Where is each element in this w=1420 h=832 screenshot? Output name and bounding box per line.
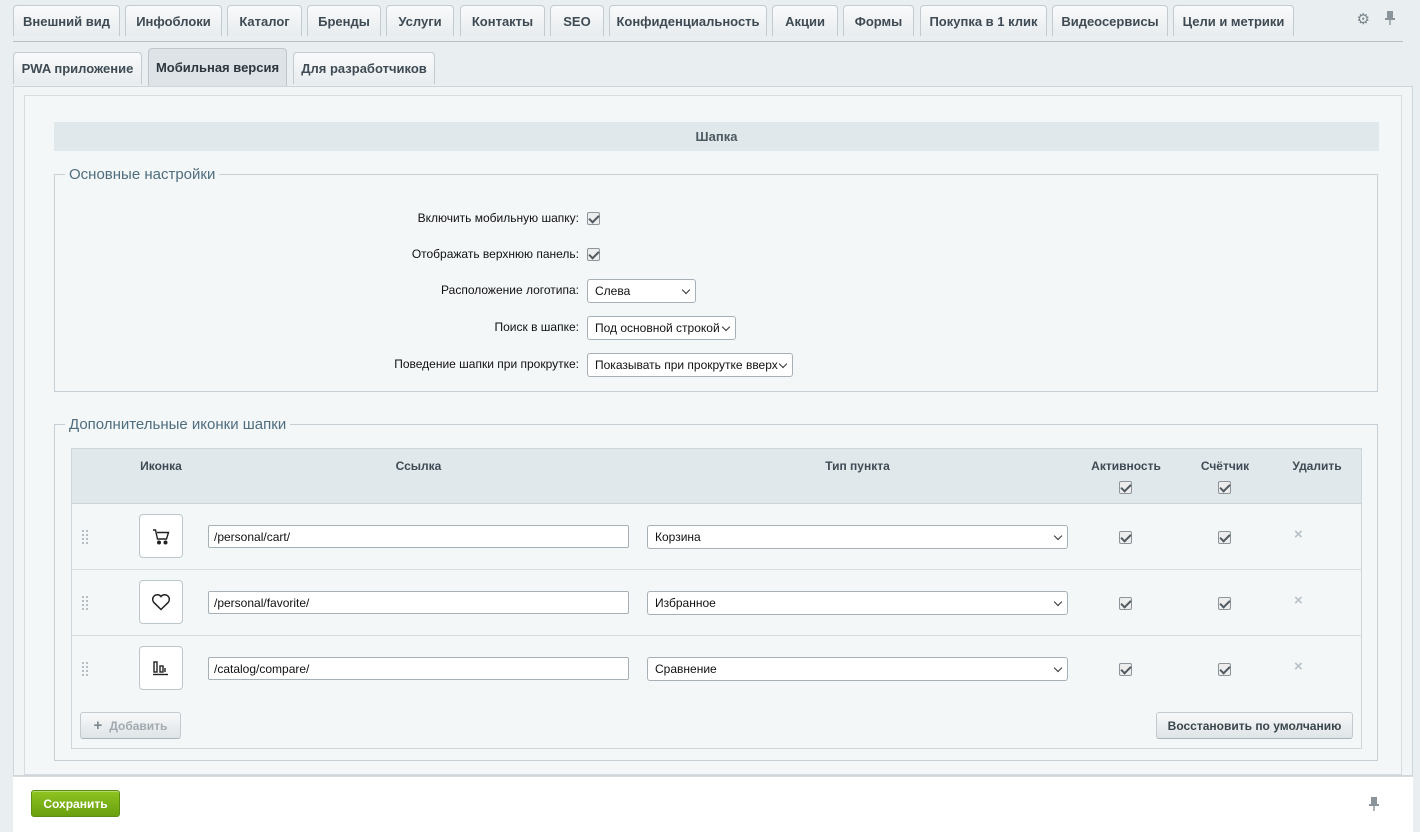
show-top-panel-row: Отображать верхнюю панель: xyxy=(55,243,1379,265)
save-button[interactable]: Сохранить xyxy=(31,790,120,817)
item-type-select[interactable]: Сравнение xyxy=(647,657,1068,681)
tab-mobile-version[interactable]: Мобильная версия xyxy=(148,48,287,86)
tab-video-services[interactable]: Видеосервисы xyxy=(1052,5,1168,36)
tab-brands[interactable]: Бренды xyxy=(307,5,381,36)
item-type-select[interactable]: Корзина xyxy=(647,525,1068,549)
scroll-behavior-value: Показывать при прокрутке вверх xyxy=(595,358,778,372)
icon-picker-button[interactable] xyxy=(139,514,183,558)
link-input[interactable] xyxy=(208,591,629,614)
extra-icons-table: Иконка Ссылка Тип пункта Активность Счёт… xyxy=(71,448,1362,749)
add-row-label: Добавить xyxy=(109,718,168,733)
active-checkbox[interactable] xyxy=(1119,531,1132,544)
icon-picker-button[interactable] xyxy=(139,646,183,690)
search-label: Поиск в шапке: xyxy=(494,320,580,334)
show-top-panel-checkbox[interactable] xyxy=(587,247,600,261)
item-type-value: Избранное xyxy=(655,596,716,610)
scroll-behavior-select[interactable]: Показывать при прокрутке вверх xyxy=(587,353,793,377)
drag-handle-icon[interactable] xyxy=(81,595,89,610)
show-top-panel-label: Отображать верхнюю панель: xyxy=(411,247,579,261)
item-type-value: Сравнение xyxy=(655,662,717,676)
delete-icon[interactable]: × xyxy=(1294,592,1303,609)
active-checkbox[interactable] xyxy=(1119,663,1132,676)
extra-icons-legend: Дополнительные иконки шапки xyxy=(69,416,287,433)
tab-services[interactable]: Услуги xyxy=(386,5,454,36)
tab-forms[interactable]: Формы xyxy=(843,5,914,36)
settings-panel: Шапка Основные настройки Включить мобиль… xyxy=(13,86,1413,776)
tab-one-click-buy[interactable]: Покупка в 1 клик xyxy=(920,5,1047,36)
plus-icon: + xyxy=(93,717,103,734)
table-header: Иконка Ссылка Тип пункта Активность Счёт… xyxy=(72,449,1361,504)
active-all-checkbox[interactable] xyxy=(1119,481,1132,494)
basic-settings-group: Основные настройки Включить мобильную ша… xyxy=(54,166,1378,392)
chevron-down-icon xyxy=(721,322,731,332)
column-header-icon: Иконка xyxy=(140,459,182,473)
column-header-link: Ссылка xyxy=(395,459,442,473)
chevron-down-icon xyxy=(1053,597,1063,607)
chevron-down-icon xyxy=(778,359,788,369)
pin-icon[interactable] xyxy=(1384,10,1396,30)
tab-promotions[interactable]: Акции xyxy=(772,5,838,36)
sub-tab-bar: PWA приложение Мобильная версия Для разр… xyxy=(0,42,1420,86)
column-header-active: Активность xyxy=(1091,459,1161,473)
heart-icon xyxy=(151,594,171,611)
search-select[interactable]: Под основной строкой xyxy=(587,316,736,340)
pin-icon[interactable] xyxy=(1368,796,1380,817)
drag-handle-icon[interactable] xyxy=(81,529,89,544)
tab-catalog[interactable]: Каталог xyxy=(227,5,302,36)
tab-contacts[interactable]: Контакты xyxy=(460,5,545,36)
tab-privacy[interactable]: Конфиденциальность xyxy=(609,5,767,36)
basic-settings-legend: Основные настройки xyxy=(69,166,216,183)
counter-checkbox[interactable] xyxy=(1218,597,1231,610)
chevron-down-icon xyxy=(1053,531,1063,541)
table-row: Корзина × xyxy=(72,504,1361,570)
add-row-button[interactable]: + Добавить xyxy=(80,712,181,739)
restore-defaults-button[interactable]: Восстановить по умолчанию xyxy=(1156,712,1353,739)
chevron-down-icon xyxy=(681,285,691,295)
logo-position-value: Слева xyxy=(595,284,631,298)
search-value: Под основной строкой xyxy=(595,321,720,335)
top-tab-bar: Внешний вид Инфоблоки Каталог Бренды Усл… xyxy=(0,0,1420,42)
column-header-type: Тип пункта xyxy=(825,459,890,473)
table-row: Избранное × xyxy=(72,570,1361,636)
logo-position-label: Расположение логотипа: xyxy=(441,283,579,297)
item-type-value: Корзина xyxy=(655,530,701,544)
tab-seo[interactable]: SEO xyxy=(550,5,604,36)
enable-mobile-header-label: Включить мобильную шапку: xyxy=(417,211,579,225)
chevron-down-icon xyxy=(1053,663,1063,673)
settings-content: Шапка Основные настройки Включить мобиль… xyxy=(24,95,1402,775)
scroll-behavior-label: Поведение шапки при прокрутке: xyxy=(394,357,579,371)
tab-developers[interactable]: Для разработчиков xyxy=(293,52,435,84)
tab-pwa-app[interactable]: PWA приложение xyxy=(13,52,142,84)
drag-handle-icon[interactable] xyxy=(81,661,89,676)
enable-mobile-header-row: Включить мобильную шапку: xyxy=(55,207,1379,229)
link-input[interactable] xyxy=(208,657,629,680)
logo-position-select[interactable]: Слева xyxy=(587,279,696,303)
column-header-counter: Счётчик xyxy=(1200,459,1250,473)
counter-checkbox[interactable] xyxy=(1218,531,1231,544)
column-header-delete: Удалить xyxy=(1292,459,1342,473)
tab-appearance[interactable]: Внешний вид xyxy=(13,5,120,36)
footer-bar: Сохранить xyxy=(13,776,1413,832)
logo-position-row: Расположение логотипа: xyxy=(55,279,1379,301)
cart-icon xyxy=(153,528,170,544)
gear-icon[interactable]: ⚙ xyxy=(1357,10,1370,30)
icon-picker-button[interactable] xyxy=(139,580,183,624)
section-title-header: Шапка xyxy=(54,122,1379,151)
tab-infoblocks[interactable]: Инфоблоки xyxy=(125,5,222,36)
tab-bar-actions: ⚙ xyxy=(1357,10,1396,30)
link-input[interactable] xyxy=(208,525,629,548)
counter-checkbox[interactable] xyxy=(1218,663,1231,676)
active-checkbox[interactable] xyxy=(1119,597,1132,610)
tab-goals-metrics[interactable]: Цели и метрики xyxy=(1173,5,1294,36)
item-type-select[interactable]: Избранное xyxy=(647,591,1068,615)
delete-icon[interactable]: × xyxy=(1294,526,1303,543)
compare-icon xyxy=(153,661,168,676)
delete-icon[interactable]: × xyxy=(1294,658,1303,675)
enable-mobile-header-checkbox[interactable] xyxy=(587,211,600,225)
counter-all-checkbox[interactable] xyxy=(1218,481,1231,494)
table-row: Сравнение × xyxy=(72,636,1361,702)
